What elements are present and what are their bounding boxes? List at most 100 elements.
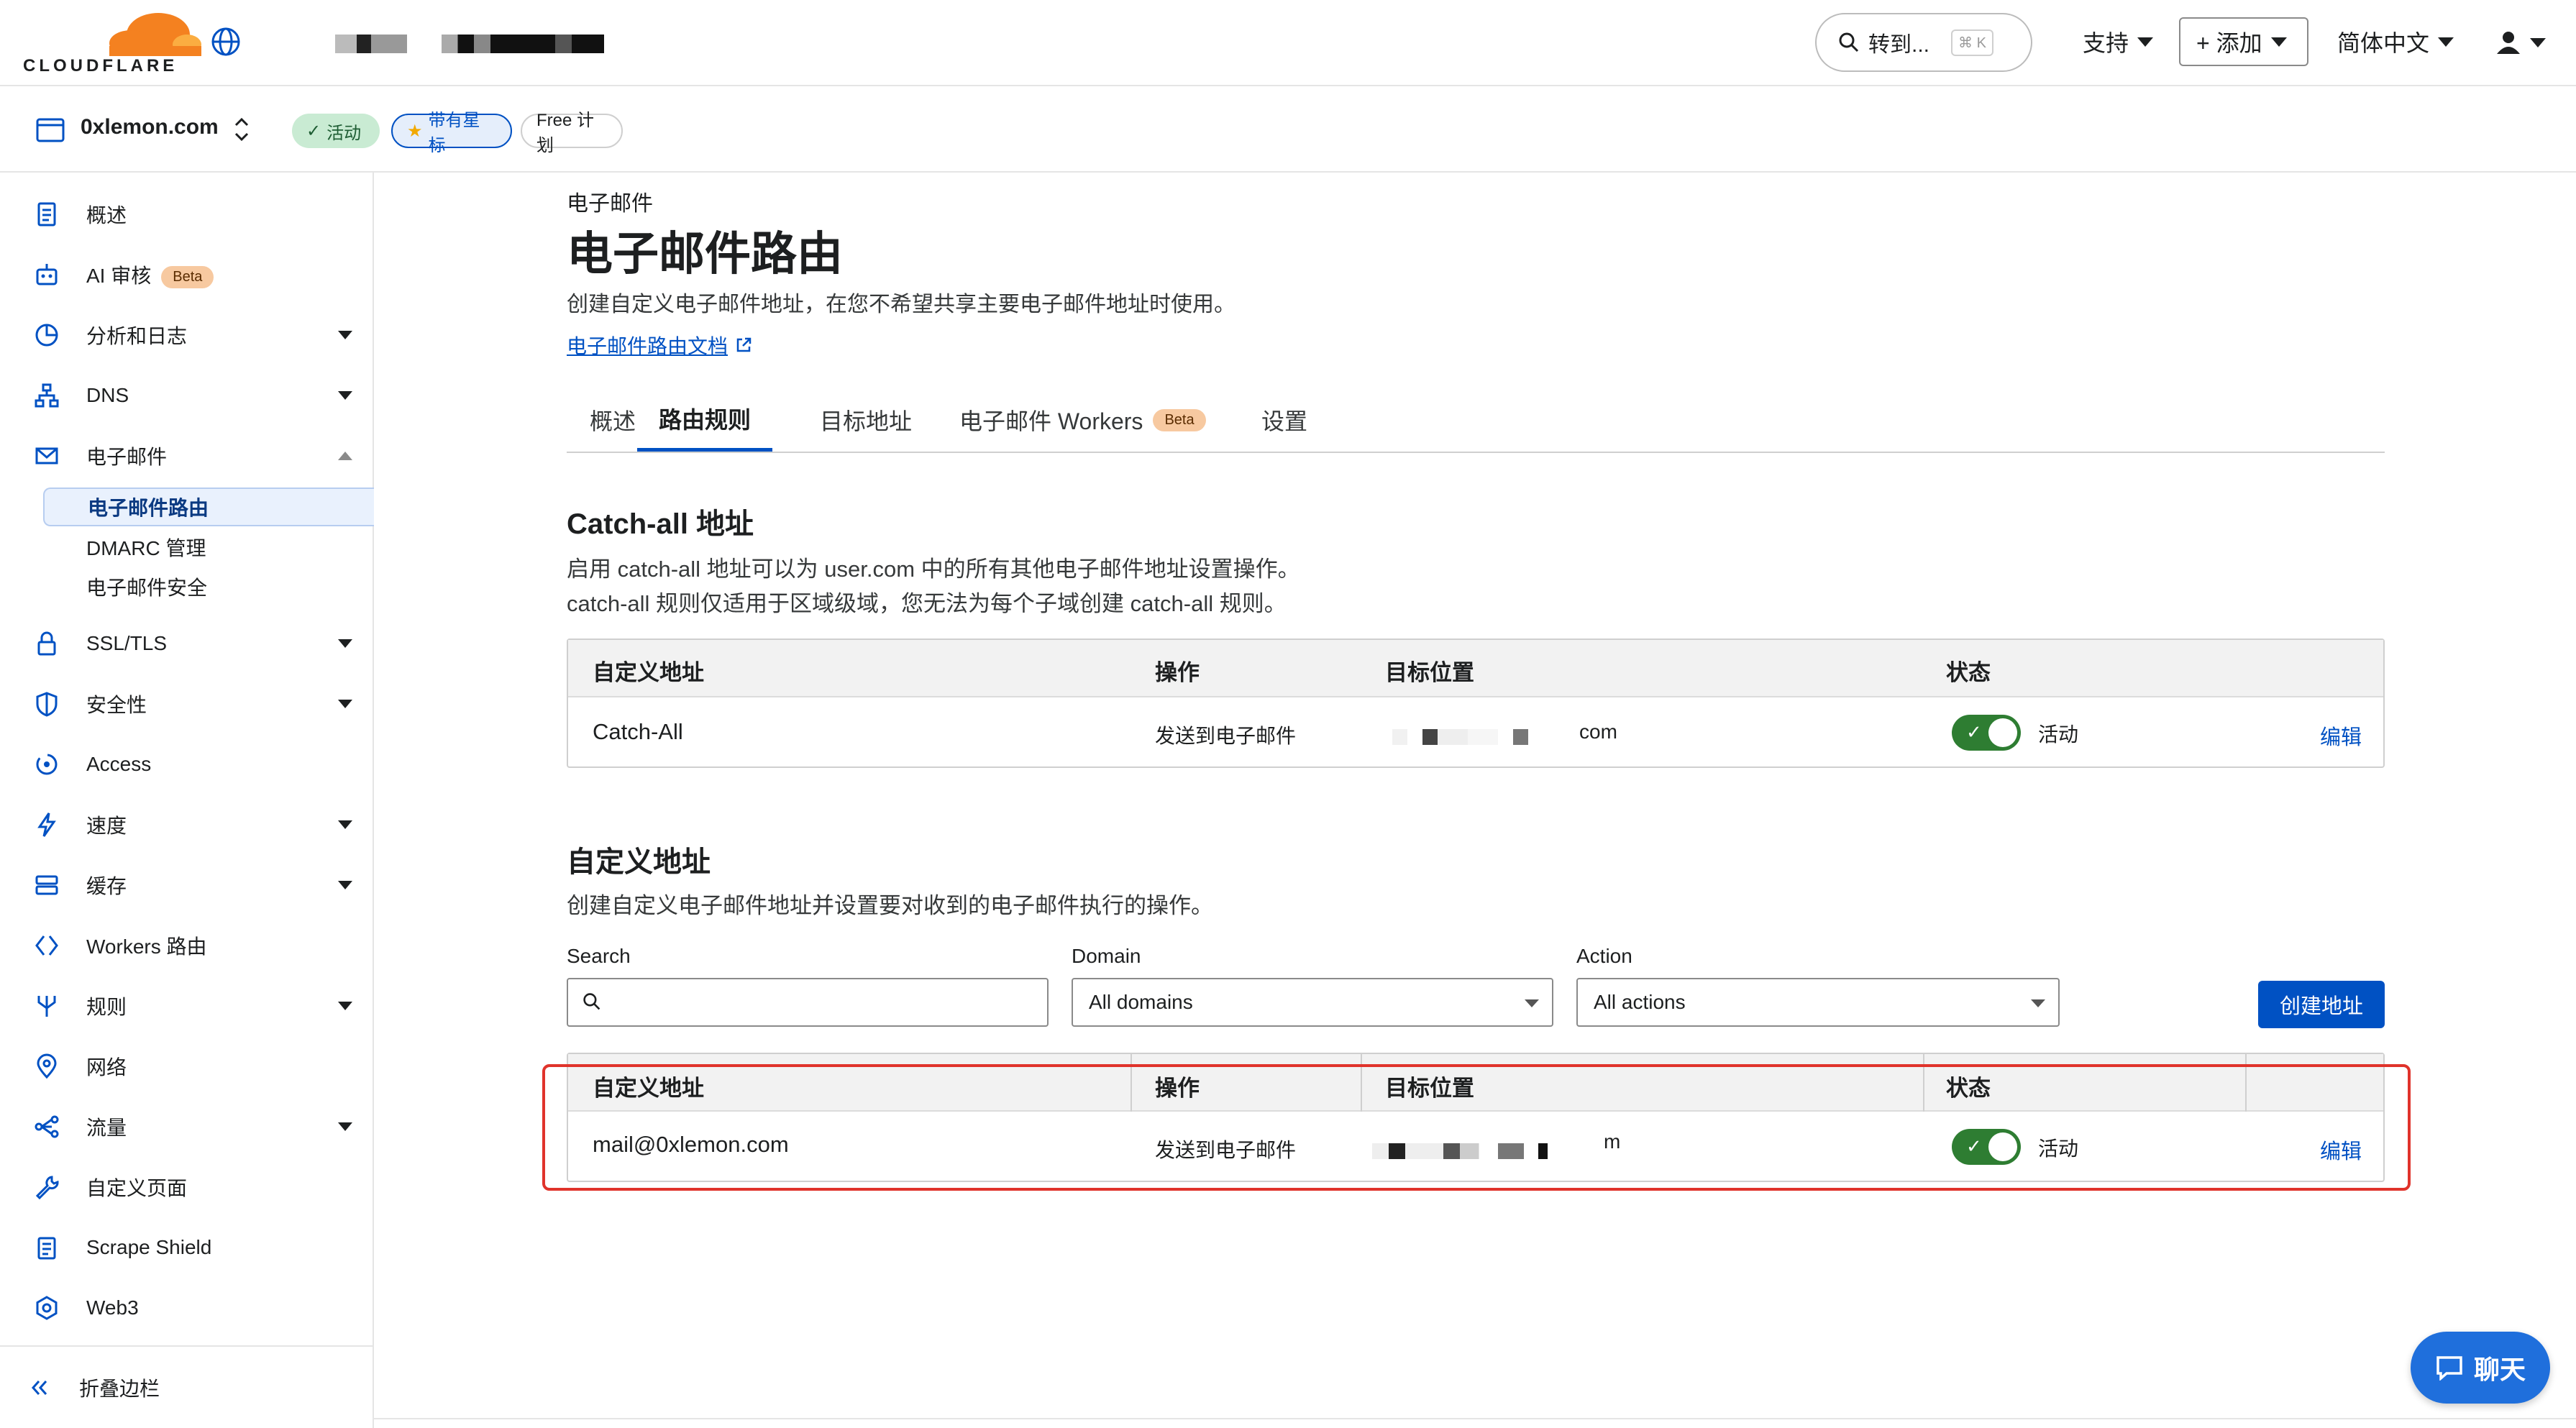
catchall-edit-link[interactable]: 编辑: [2320, 720, 2362, 751]
toggle-knob: [1988, 718, 2017, 747]
chevron-up-icon: [338, 452, 352, 460]
chat-bubble-icon: [2436, 1356, 2462, 1381]
catchall-destination-suffix: com: [1579, 720, 1617, 743]
search-icon: [1839, 32, 1859, 52]
language-menu[interactable]: 简体中文: [2337, 17, 2454, 66]
sidebar-item-dns[interactable]: DNS: [0, 370, 374, 421]
domain-label: Domain: [1072, 945, 1141, 967]
custom-title: 自定义地址: [567, 846, 711, 878]
access-icon: [36, 754, 58, 775]
catchall-status-toggle[interactable]: ✓: [1952, 715, 2021, 751]
tab-routing-rules[interactable]: 路由规则: [637, 388, 773, 452]
sidebar-subitem-email-routing[interactable]: 电子邮件路由: [43, 488, 374, 526]
column-header: 状态: [1946, 660, 1991, 685]
globe-icon[interactable]: [210, 26, 242, 58]
add-label: + 添加: [2196, 30, 2262, 56]
action-select[interactable]: All actions: [1576, 978, 2060, 1027]
domain-value: All domains: [1089, 991, 1193, 1013]
support-label: 支持: [2083, 30, 2129, 56]
sidebar-item-web3[interactable]: Web3: [0, 1283, 374, 1333]
sidebar-item-network[interactable]: 网络: [0, 1041, 374, 1091]
beta-badge: Beta: [1153, 408, 1206, 431]
highlight-annotation: [542, 1064, 2411, 1191]
redacted-destination: [1392, 729, 1543, 745]
create-address-button[interactable]: 创建地址: [2258, 981, 2385, 1028]
sidebar-item-ai-audit[interactable]: AI 审核 Beta: [0, 250, 374, 300]
catchall-description-2: catch-all 规则仅适用于区域级域，您无法为每个子域创建 catch-al…: [567, 591, 1287, 616]
user-icon: [2497, 32, 2520, 54]
catchall-title: Catch-all 地址: [567, 508, 754, 540]
search-icon: [583, 993, 600, 1010]
goto-search[interactable]: 转到... ⌘ K: [1815, 13, 2032, 72]
traffic-icon: [35, 1115, 59, 1138]
sidebar-item-label: Access: [86, 753, 152, 775]
sidebar-item-access[interactable]: Access: [0, 739, 374, 789]
user-menu[interactable]: [2495, 24, 2553, 60]
tab-destination-addresses[interactable]: 目标地址: [820, 388, 912, 452]
table-header: 自定义地址 操作 目标位置 状态: [568, 640, 2383, 697]
sidebar-item-security[interactable]: 安全性: [0, 679, 374, 729]
breadcrumb: 电子邮件: [567, 192, 653, 216]
cloudflare-logo[interactable]: CLOUDFLARE: [23, 10, 201, 75]
star-badge[interactable]: ★ 带有星标: [391, 111, 512, 155]
robot-icon: [36, 264, 58, 285]
sidebar-subitem-dmarc[interactable]: DMARC 管理: [43, 528, 374, 567]
sidebar-item-label: 速度: [86, 815, 127, 837]
chevron-down-icon: [338, 1002, 352, 1010]
catchall-status-label: 活动: [2038, 723, 2079, 746]
shortcut-hint: ⌘ K: [1951, 29, 1993, 56]
redacted-account: [335, 35, 407, 53]
sidebar-item-ssl[interactable]: SSL/TLS: [0, 618, 374, 669]
sidebar-item-label: Scrape Shield: [86, 1236, 212, 1258]
action-label: Action: [1576, 945, 1632, 967]
sidebar-item-label: Web3: [86, 1296, 139, 1319]
browser-window-icon: [36, 118, 65, 142]
add-button[interactable]: + 添加: [2179, 17, 2308, 66]
tab-settings[interactable]: 设置: [1261, 388, 1307, 452]
sidebar: 概述 AI 审核 Beta 分析和日志 DNS 电子邮件 电子邮件路由 DMARC…: [0, 173, 374, 1428]
star-badge-label: 带有星标: [428, 111, 480, 155]
star-icon: ★: [407, 121, 423, 141]
check-icon: ✓: [1966, 722, 1982, 743]
chevron-down-icon: [338, 881, 352, 889]
domain-select[interactable]: All domains: [1072, 978, 1553, 1027]
sidebar-item-email[interactable]: 电子邮件: [0, 431, 374, 481]
redacted-account: [442, 35, 604, 53]
sidebar-item-overview[interactable]: 概述: [0, 189, 374, 239]
external-link-icon: [736, 337, 752, 352]
zone-switcher-icon[interactable]: [233, 115, 250, 144]
column-header: 操作: [1155, 660, 1200, 685]
chevron-down-icon: [338, 639, 352, 648]
sidebar-item-analytics[interactable]: 分析和日志: [0, 310, 374, 360]
sidebar-item-traffic[interactable]: 流量: [0, 1102, 374, 1152]
chevron-down-icon: [338, 700, 352, 708]
collapse-sidebar-button[interactable]: 折叠边栏: [0, 1345, 374, 1428]
docs-link[interactable]: 电子邮件路由文档: [567, 331, 752, 360]
sidebar-item-label: Workers 路由: [86, 935, 207, 958]
search-field[interactable]: [567, 978, 1049, 1027]
chat-button[interactable]: 聊天: [2411, 1332, 2550, 1404]
chevron-down-icon: [338, 391, 352, 400]
tab-email-workers[interactable]: 电子邮件 Workers Beta: [959, 388, 1206, 452]
support-menu[interactable]: 支持: [2083, 17, 2154, 66]
bolt-icon: [37, 813, 56, 837]
sidebar-item-cache[interactable]: 缓存: [0, 860, 374, 910]
sidebar-item-label: 概述: [86, 204, 127, 226]
sidebar-item-scrape-shield[interactable]: Scrape Shield: [0, 1222, 374, 1273]
chat-label: 聊天: [2473, 1355, 2526, 1384]
search-label: Search: [567, 945, 631, 967]
zone-name[interactable]: 0xlemon.com: [81, 115, 219, 139]
sidebar-subitem-email-security[interactable]: 电子邮件安全: [43, 567, 374, 606]
web3-icon: [36, 1296, 58, 1320]
plan-badge[interactable]: Free 计划: [521, 111, 623, 155]
sidebar-item-speed[interactable]: 速度: [0, 800, 374, 850]
sidebar-item-custom-pages[interactable]: 自定义页面: [0, 1162, 374, 1212]
tab-overview[interactable]: 概述: [590, 388, 636, 452]
chevron-down-icon: [2137, 37, 2154, 47]
cloud-logo-icon: [109, 13, 201, 56]
search-input[interactable]: [568, 979, 1047, 1025]
sidebar-item-rules[interactable]: 规则: [0, 981, 374, 1031]
document-icon: [37, 202, 56, 226]
language-label: 简体中文: [2337, 30, 2430, 56]
sidebar-item-workers-routes[interactable]: Workers 路由: [0, 920, 374, 971]
